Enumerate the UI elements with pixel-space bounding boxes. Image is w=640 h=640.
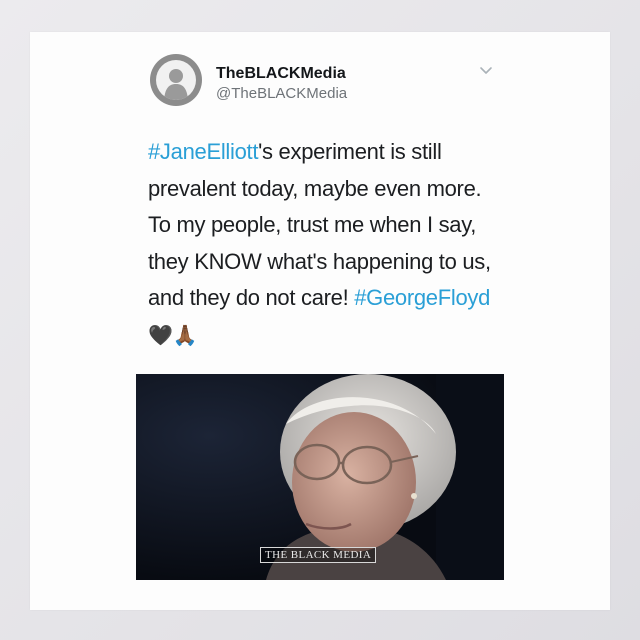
tweet-card: TheBLACKMedia @TheBLACKMedia #JaneElliot… [30, 32, 610, 610]
hashtag-link[interactable]: #JaneElliott [148, 139, 258, 164]
black-heart-emoji: 🖤 [148, 322, 173, 347]
silhouette-avatar-icon [156, 60, 196, 100]
praying-hands-emoji: 🙏🏾 [172, 322, 198, 347]
author-handle[interactable]: @TheBLACKMedia [216, 85, 347, 102]
tweet-body: #JaneElliott's experiment is still preva… [148, 134, 508, 353]
tweet-video[interactable]: THE BLACK MEDIA [136, 374, 504, 580]
hashtag-link[interactable]: #GeorgeFloyd [354, 285, 490, 310]
watermark-label: THE BLACK MEDIA [260, 547, 377, 563]
author-display-name[interactable]: TheBLACKMedia [216, 65, 346, 83]
chevron-down-icon[interactable] [478, 62, 494, 78]
author-avatar[interactable] [150, 54, 202, 106]
